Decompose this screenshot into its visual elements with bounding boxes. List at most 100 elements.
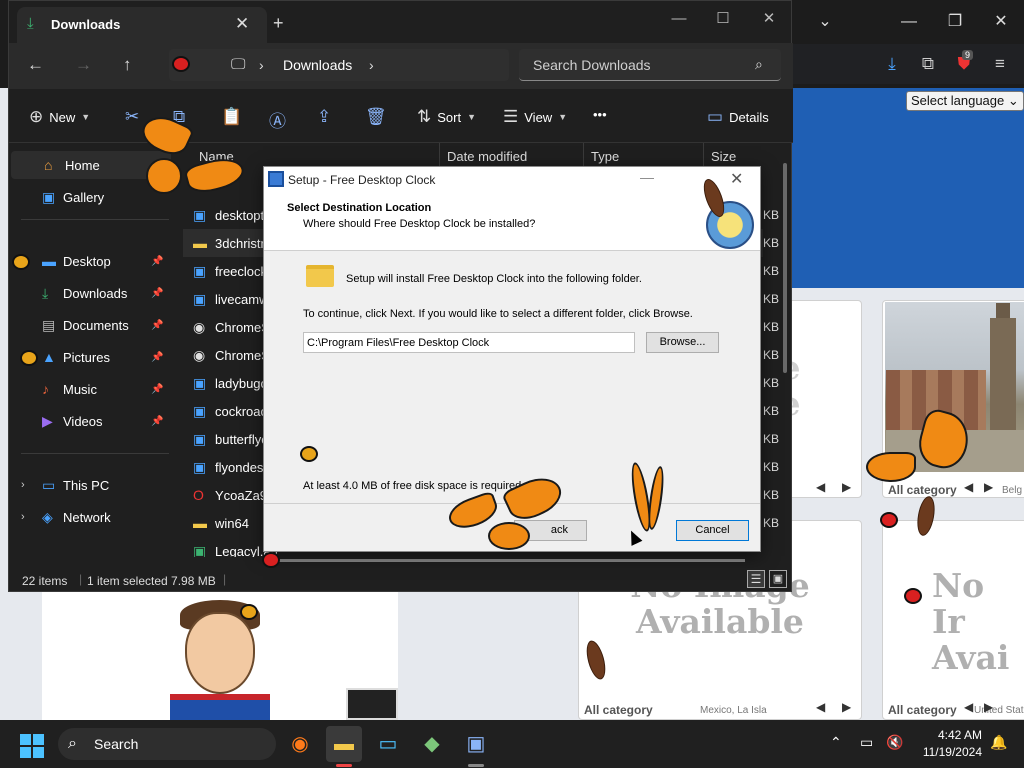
firefox-icon[interactable]: ◉: [282, 726, 318, 762]
pin-icon[interactable]: 📌: [151, 288, 163, 299]
taskbar-date[interactable]: 11/19/2024: [912, 745, 982, 759]
browse-button[interactable]: Browse...: [646, 332, 719, 353]
download-icon[interactable]: ⤓: [880, 52, 904, 76]
column-header-date[interactable]: Date modified: [447, 149, 527, 164]
card-prev-icon[interactable]: ◀: [964, 480, 973, 494]
breadcrumb-location[interactable]: Downloads: [283, 57, 352, 73]
card-prev-icon[interactable]: ◀: [816, 700, 825, 714]
sidebar-item-music[interactable]: ♪ Music 📌: [9, 375, 169, 403]
notification-bell-icon[interactable]: 🔔: [990, 734, 1007, 751]
map-app-icon[interactable]: ◆: [414, 726, 450, 762]
network-icon: ◈: [42, 508, 53, 525]
dialog-close-button[interactable]: ✕: [730, 169, 743, 189]
tab-list-chevron-icon[interactable]: ⌄: [810, 8, 840, 36]
taskbar-time[interactable]: 4:42 AM: [912, 728, 982, 742]
promo-thumbnail[interactable]: [346, 688, 398, 720]
card-prev-icon[interactable]: ◀: [816, 480, 825, 494]
file-name: freeclock: [215, 264, 268, 279]
column-header-type[interactable]: Type: [591, 149, 619, 164]
taskbar-search[interactable]: ⌕ Search: [58, 728, 276, 760]
paste-button[interactable]: 📋: [221, 107, 242, 127]
horizontal-scrollbar[interactable]: [275, 559, 745, 562]
card-location: Belg: [1002, 485, 1023, 496]
details-button[interactable]: ▭ Details: [707, 107, 769, 127]
pin-icon[interactable]: 📌: [151, 256, 163, 267]
music-icon: ♪: [42, 381, 49, 397]
column-header-size[interactable]: Size: [711, 149, 736, 164]
browser-minimize-button[interactable]: —: [894, 8, 924, 36]
pin-icon[interactable]: 📌: [151, 352, 163, 363]
card-category[interactable]: All category: [584, 703, 653, 717]
browser-restore-button[interactable]: ❐: [940, 8, 970, 36]
minimize-button[interactable]: —: [665, 7, 693, 31]
card-next-icon[interactable]: ▶: [842, 700, 851, 714]
up-arrow-icon[interactable]: ↑: [123, 55, 132, 75]
card-next-icon[interactable]: ▶: [984, 700, 993, 714]
install-path-input[interactable]: C:\Program Files\Free Desktop Clock: [303, 332, 635, 353]
sidebar-item-documents[interactable]: ▤ Documents 📌: [9, 311, 169, 339]
tab-close-icon[interactable]: ✕: [235, 14, 249, 34]
ladybug-icon: [172, 56, 190, 72]
browser-close-button[interactable]: ✕: [986, 8, 1016, 36]
chevron-right-icon[interactable]: ›: [21, 511, 25, 523]
sidebar-item-network[interactable]: › ◈ Network: [9, 503, 169, 531]
network-status-icon[interactable]: ▭: [860, 734, 873, 751]
close-button[interactable]: ✕: [755, 7, 783, 31]
language-select[interactable]: Select language ⌄: [906, 91, 1024, 111]
view-button[interactable]: ☰ View ▼: [503, 107, 567, 127]
card-category[interactable]: All category: [888, 703, 957, 717]
new-tab-icon[interactable]: +: [273, 13, 284, 34]
ladybug-icon: [880, 512, 898, 528]
sidebar-item-desktop[interactable]: ▬ Desktop 📌: [9, 247, 169, 275]
card-next-icon[interactable]: ▶: [984, 480, 993, 494]
rename-button[interactable]: Ⓐ: [269, 107, 286, 132]
vertical-scrollbar[interactable]: [783, 163, 787, 373]
more-options-button[interactable]: •••: [593, 107, 607, 122]
sidebar-item-videos[interactable]: ▶ Videos 📌: [9, 407, 169, 435]
details-view-icon[interactable]: ☰: [747, 570, 765, 588]
document-icon: ▤: [42, 316, 56, 333]
forward-arrow-icon[interactable]: →: [75, 55, 92, 75]
tab-downloads[interactable]: ⤓ Downloads ✕: [17, 7, 267, 43]
delete-button[interactable]: 🗑: [365, 107, 387, 127]
maximize-button[interactable]: ☐: [709, 7, 737, 31]
pin-icon[interactable]: 📌: [151, 320, 163, 331]
pin-icon[interactable]: 📌: [151, 416, 163, 427]
chevron-up-icon[interactable]: ⌃: [830, 734, 842, 751]
card-category[interactable]: All category: [888, 483, 957, 497]
extensions-icon[interactable]: ⧉: [916, 52, 940, 76]
sidebar-item-downloads[interactable]: ⤓ Downloads 📌: [9, 279, 169, 307]
search-icon: ⌕: [755, 56, 763, 72]
chevron-right-icon[interactable]: ›: [369, 57, 374, 73]
card-prev-icon[interactable]: ◀: [964, 700, 973, 714]
new-button[interactable]: ⊕ New ▼: [29, 107, 90, 127]
dialog-minimize-button[interactable]: —: [640, 169, 654, 185]
ladybug-icon: [20, 350, 38, 366]
cut-button[interactable]: ✂: [125, 107, 139, 127]
sidebar-item-this-pc[interactable]: › ▭ This PC: [9, 471, 169, 499]
file-explorer-icon[interactable]: ▬: [326, 726, 362, 762]
search-input[interactable]: Search Downloads: [533, 57, 651, 73]
search-box[interactable]: Search Downloads ⌕: [519, 49, 781, 81]
sidebar-label: Documents: [63, 317, 129, 333]
menu-icon[interactable]: ≡: [988, 52, 1012, 76]
share-icon: ⇪: [317, 107, 332, 126]
address-bar[interactable]: 🖵 › Downloads ›: [169, 49, 509, 81]
chevron-right-icon[interactable]: ›: [21, 479, 25, 491]
setup-app-taskbar-icon[interactable]: ▣: [458, 726, 494, 762]
cancel-button[interactable]: Cancel: [676, 520, 749, 541]
app-window-icon[interactable]: ▭: [370, 726, 406, 762]
sort-label: Sort: [437, 109, 462, 125]
volume-muted-icon[interactable]: 🔇: [886, 734, 903, 751]
pin-icon[interactable]: 📌: [151, 384, 163, 395]
sidebar-label: Music: [63, 381, 97, 397]
tiles-view-icon[interactable]: ▣: [769, 570, 787, 588]
sort-button[interactable]: ⇅ Sort ▼: [417, 107, 476, 127]
sidebar-item-gallery[interactable]: ▣ Gallery: [9, 183, 169, 211]
back-arrow-icon[interactable]: ←: [27, 55, 44, 75]
chevron-right-icon[interactable]: ›: [259, 57, 264, 73]
share-button[interactable]: ⇪: [317, 107, 331, 127]
dialog-titlebar[interactable]: Setup - Free Desktop Clock — ✕: [264, 167, 760, 193]
card-next-icon[interactable]: ▶: [842, 480, 851, 494]
start-button[interactable]: [20, 734, 44, 758]
